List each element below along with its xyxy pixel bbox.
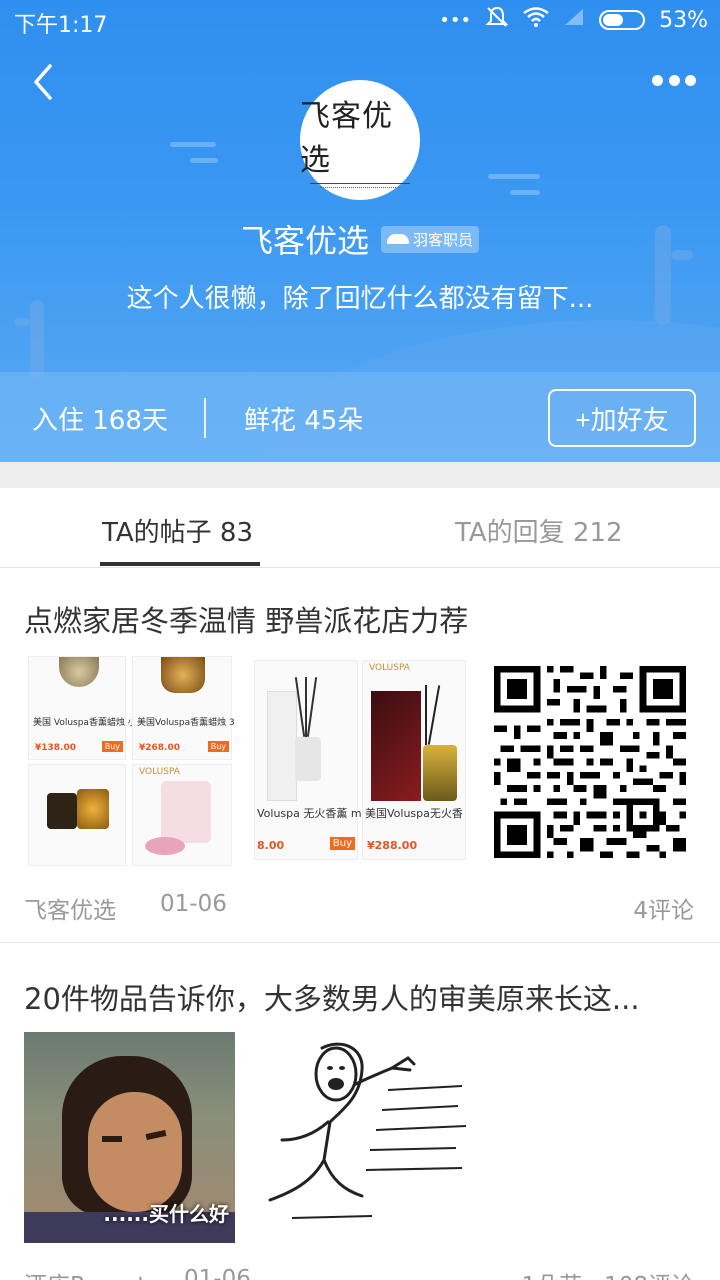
decor-cactus — [14, 318, 30, 326]
eyebrow — [102, 1136, 122, 1142]
status-time: 下午1:17 — [14, 13, 108, 38]
signal-icon — [563, 7, 585, 33]
stay-days: 入住 168天 — [32, 406, 168, 436]
product-caption: 美国Voluspa香薰蜡烛 3 烛芯金属装饰罐 燃烧60 — [137, 718, 234, 728]
more-options-icon[interactable] — [652, 70, 696, 90]
post-image-diffusers[interactable]: Voluspa 无火香薰 ml 天然精油 挥发时 8.00 Buy VOLUSP… — [254, 656, 466, 866]
buy-tag: Buy — [329, 837, 355, 850]
post-title[interactable]: 20件物品告诉你，大多数男人的审美原来长这... — [24, 976, 704, 1018]
face-shape — [88, 1092, 182, 1212]
tab-replies[interactable]: TA的回复 212 — [455, 512, 623, 549]
status-bar: 下午1:17 ••• 53% — [0, 0, 720, 40]
decor-cloud — [170, 142, 216, 147]
profile-name: 飞客优选 — [240, 222, 369, 260]
profile-bio: 这个人很懒，除了回忆什么都没有留下... — [126, 284, 594, 314]
candle-box-image — [47, 793, 77, 829]
product-cell: 美国 Voluspa香薰蜡烛 小装饰摆 燃烧25小时左 ¥138.00 Buy — [28, 656, 223, 760]
candle-jar-image — [77, 789, 109, 829]
candle-image — [161, 657, 205, 693]
diffuser-box-image — [371, 691, 421, 801]
role-badge-label: 羽客职员 — [413, 230, 474, 249]
buy-tag: Buy — [101, 741, 123, 752]
product-cell: VOLUSPA — [132, 764, 232, 866]
post-image-candles[interactable]: 美国 Voluspa香薰蜡烛 小装饰摆 燃烧25小时左 ¥138.00 Buy … — [24, 656, 234, 866]
candle-image — [59, 657, 99, 687]
post-image-meme-photo[interactable]: ......买什么好 — [24, 1032, 235, 1243]
product-cell: Voluspa 无火香薰 ml 天然精油 挥发时 8.00 Buy — [254, 660, 449, 860]
brand-label: VOLUSPA — [369, 663, 410, 673]
product-price: ¥268.00 — [139, 743, 180, 753]
role-badge: 羽客职员 — [381, 225, 480, 253]
decor-cloud — [510, 190, 540, 195]
candle-jar-image — [161, 781, 211, 843]
wing-icon — [387, 234, 409, 244]
mute-icon — [485, 6, 509, 34]
reed-stick — [425, 685, 427, 745]
decor-cloud — [190, 158, 218, 163]
qr-code-image[interactable] — [494, 664, 686, 860]
reed-stick — [305, 677, 307, 737]
stats-bar: 入住 168天 鲜花 45朵 +加好友 — [0, 372, 720, 462]
product-caption: 美国Voluspa无火香 00ml 天然精油 挥发 — [365, 807, 466, 820]
reed-stick — [427, 685, 441, 745]
product-cell: VOLUSPA 美国Voluspa无火香 00ml 天然精油 挥发 ¥288.0… — [362, 660, 466, 860]
diffuser-bottle-image — [295, 737, 321, 781]
battery-percent: 53% — [659, 7, 708, 33]
wifi-icon — [523, 7, 549, 33]
post-stats: 4评论 — [633, 898, 694, 924]
diffuser-bottle-image — [423, 745, 457, 801]
profile-page: 下午1:17 ••• 53% 飞客优选 飞客优选 羽客职员 这个人很懒，除了回忆… — [0, 0, 720, 1280]
post-author[interactable]: 飞客优选 — [24, 891, 116, 925]
name-row: 飞客优选 羽客职员 — [0, 216, 720, 262]
flowers-count: 鲜花 45朵 — [244, 406, 364, 436]
avatar[interactable]: 飞客优选 — [300, 80, 420, 200]
stat-divider — [204, 398, 206, 438]
add-friend-button[interactable]: +加好友 — [548, 389, 696, 447]
candle-lid-image — [145, 837, 185, 855]
brand-label: VOLUSPA — [139, 767, 180, 777]
product-price: ¥288.00 — [367, 839, 418, 852]
reed-stick — [306, 677, 318, 737]
section-gap — [0, 462, 720, 488]
product-price: ¥138.00 — [35, 743, 76, 753]
tab-bar: TA的帖子 83 TA的回复 212 — [0, 488, 720, 568]
post-image-running-meme[interactable] — [252, 1040, 472, 1236]
profile-header: 下午1:17 ••• 53% 飞客优选 飞客优选 羽客职员 这个人很懒，除了回忆… — [0, 0, 720, 462]
product-cell — [28, 764, 126, 866]
tab-indicator — [100, 562, 260, 566]
product-cell: 美国Voluspa香薰蜡烛 3 烛芯金属装饰罐 燃烧60 ¥268.00 Buy — [132, 656, 234, 760]
status-icons: ••• 53% — [439, 6, 708, 34]
decor-cloud — [488, 174, 540, 179]
post-title[interactable]: 点燃家居冬季温情 野兽派花店力荐 — [24, 598, 704, 640]
back-arrow-icon[interactable] — [28, 62, 68, 102]
battery-icon — [599, 10, 646, 30]
buy-tag: Buy — [207, 741, 229, 752]
tab-posts[interactable]: TA的帖子 83 — [102, 512, 253, 549]
avatar-subline — [320, 186, 400, 190]
post-author[interactable]: 酒店Report — [24, 1266, 146, 1280]
product-price: 8.00 — [257, 839, 285, 852]
post-date: 01-06 — [184, 1266, 251, 1280]
avatar-text: 飞客优选 — [300, 98, 393, 178]
post-date: 01-06 — [160, 891, 227, 917]
post-stats: 1朵花 · 108评论 — [522, 1266, 694, 1280]
avatar-divider — [310, 182, 410, 184]
dots-icon: ••• — [439, 9, 472, 31]
post-divider — [0, 942, 720, 943]
meme-caption: ......买什么好 — [103, 1202, 229, 1226]
diffuser-box-image — [267, 691, 297, 801]
